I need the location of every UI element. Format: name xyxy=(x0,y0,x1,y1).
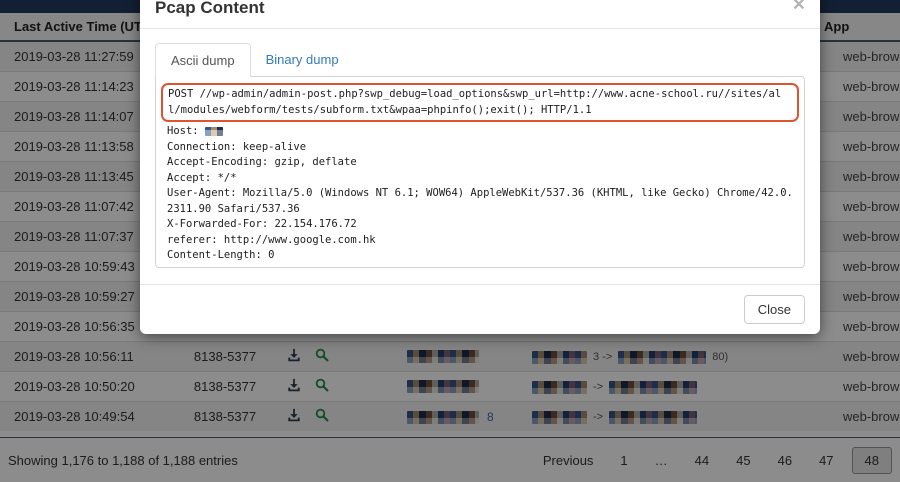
close-button[interactable]: Close xyxy=(744,295,805,324)
ascii-dump-panel: POST //wp-admin/admin-post.php?swp_debug… xyxy=(155,76,805,268)
pcap-content-modal: Pcap Content × Ascii dump Binary dump PO… xyxy=(140,0,820,334)
modal-footer: Close xyxy=(140,284,820,334)
tab-binary-dump[interactable]: Binary dump xyxy=(251,43,354,76)
modal-header: Pcap Content × xyxy=(140,0,820,29)
modal-body: Ascii dump Binary dump POST //wp-admin/a… xyxy=(140,29,820,284)
host-line: Host: xyxy=(167,124,793,140)
redacted-host-value xyxy=(205,127,223,136)
tab-ascii-dump[interactable]: Ascii dump xyxy=(155,43,251,77)
highlighted-request-line: POST //wp-admin/admin-post.php?swp_debug… xyxy=(161,83,799,122)
dump-tabs: Ascii dump Binary dump xyxy=(155,43,805,76)
http-header-lines: Connection: keep-alive Accept-Encoding: … xyxy=(167,140,793,264)
close-icon[interactable]: × xyxy=(793,0,805,15)
modal-title: Pcap Content xyxy=(155,0,265,17)
